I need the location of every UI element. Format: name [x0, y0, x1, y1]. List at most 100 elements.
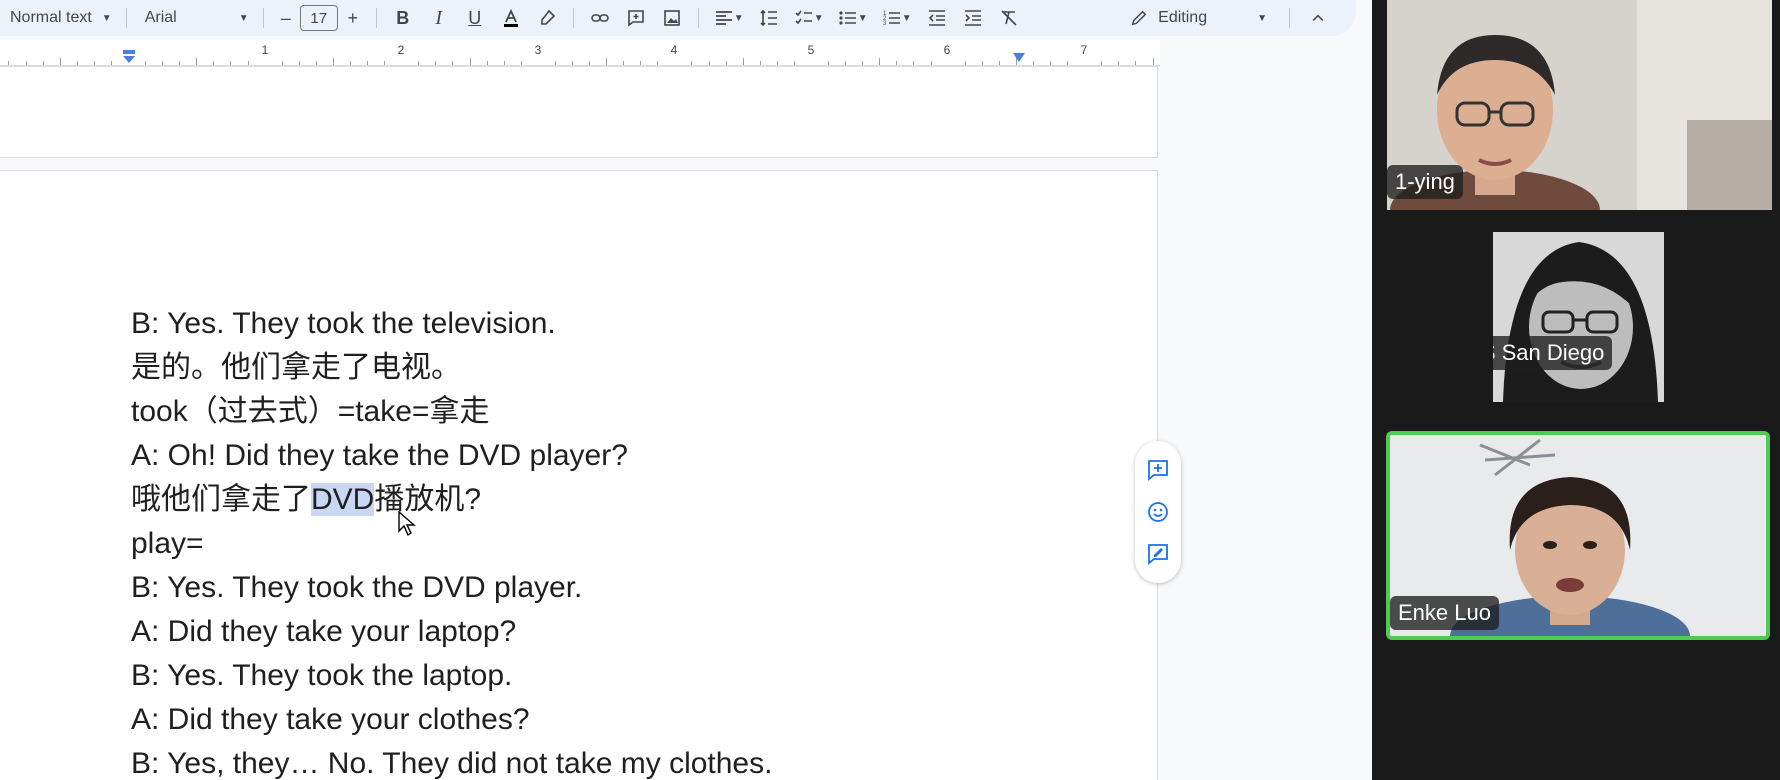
ruler-number: 1 [261, 43, 269, 57]
ruler-tick [247, 61, 249, 65]
link-icon [590, 14, 609, 22]
highlighter-icon [540, 9, 555, 25]
increase-font-size-button[interactable]: + [338, 4, 368, 32]
ruler-tick [418, 61, 420, 65]
paragraph-style-select[interactable]: Normal text ▼ [0, 4, 118, 32]
ruler-tick [520, 61, 522, 65]
numbered-list-icon: 123 [883, 11, 900, 27]
participant-video-tile[interactable]: AYLUS San Diego [1493, 232, 1664, 402]
hide-menus-button[interactable] [1298, 10, 1338, 26]
document-line[interactable]: B: Yes, they… No. They did not take my c… [131, 742, 772, 780]
clear-formatting-icon [1001, 10, 1017, 26]
ruler-tick [742, 58, 744, 65]
ruler-tick [964, 61, 966, 65]
chevron-down-icon: ▼ [238, 12, 249, 24]
numbered-list-button[interactable]: 123 ▼ [875, 4, 919, 32]
document-line[interactable]: play= [131, 522, 772, 566]
ruler-number: 4 [670, 43, 678, 57]
ruler-tick [281, 61, 283, 65]
ruler-tick [776, 61, 778, 65]
insert-image-button[interactable] [654, 4, 690, 32]
toolbar-divider [697, 8, 699, 28]
ruler-tick [332, 58, 334, 65]
document-line[interactable]: B: Yes. They took the laptop. [131, 654, 772, 698]
ruler-tick [930, 61, 932, 65]
decrease-indent-button[interactable] [919, 4, 955, 32]
increase-indent-button[interactable] [955, 4, 991, 32]
ruler-number: 6 [943, 43, 951, 57]
align-button[interactable]: ▼ [707, 4, 751, 32]
underline-button[interactable]: U [457, 4, 493, 32]
ruler-tick [623, 61, 625, 65]
ruler-tick [349, 61, 351, 65]
bold-button[interactable]: B [385, 4, 421, 32]
document-line[interactable]: B: Yes. They took the television. [131, 302, 772, 346]
ruler-tick [981, 61, 983, 65]
text-run: 哦他们拿走了 [131, 483, 311, 516]
horizontal-ruler[interactable]: 1 2 3 4 5 6 7 [0, 40, 1160, 66]
ruler-tick [384, 61, 386, 65]
ruler-tick [1135, 61, 1137, 65]
document-line[interactable]: B: Yes. They took the DVD player. [131, 566, 772, 610]
left-indent-marker-icon[interactable] [122, 50, 136, 64]
document-line[interactable]: A: Did they take your clothes? [131, 698, 772, 742]
ruler-tick [691, 61, 693, 65]
document-line[interactable]: took（过去式）=take=拿走 [131, 390, 772, 434]
document-page [0, 66, 1158, 158]
toolbar-divider [1289, 8, 1290, 28]
active-speaker-video-tile[interactable]: Enke Luo [1386, 431, 1770, 640]
decrease-font-size-button[interactable]: – [272, 4, 300, 32]
editing-mode-select[interactable]: Editing ▼ [1116, 9, 1281, 27]
document-line[interactable]: A: Oh! Did they take the DVD player? [131, 434, 772, 478]
ruler-tick [298, 61, 300, 65]
add-comment-icon [627, 10, 644, 27]
ruler-tick [1101, 61, 1103, 65]
bulleted-list-button[interactable]: ▼ [831, 4, 875, 32]
video-gallery: 1-ying AYLUS San Diego [1372, 0, 1780, 780]
checklist-button[interactable]: ▼ [787, 4, 831, 32]
document-line[interactable]: A: Did they take your laptop? [131, 610, 772, 654]
add-comment-button[interactable] [1143, 455, 1173, 485]
document-body[interactable]: B: Yes. They took the television. 是的。他们拿… [131, 302, 772, 780]
font-size-input[interactable]: 17 [299, 5, 338, 31]
ruler-tick [725, 61, 727, 65]
bulleted-list-icon [839, 11, 856, 25]
ruler-tick [828, 61, 830, 65]
align-left-icon [715, 11, 732, 25]
ruler-tick [367, 61, 369, 65]
ruler-tick [469, 58, 471, 65]
ruler-tick [640, 61, 642, 65]
ruler-tick [110, 61, 112, 65]
ruler-tick [657, 61, 659, 65]
mouse-pointer-icon [398, 511, 416, 537]
ruler-tick [708, 61, 710, 65]
ruler-tick [230, 61, 232, 65]
document-line[interactable]: 是的。他们拿走了电视。 [131, 346, 772, 390]
font-family-select[interactable]: Arial ▼ [135, 4, 255, 32]
document-line[interactable]: 哦他们拿走了DVD播放机? [131, 478, 772, 522]
ruler-tick [1118, 61, 1120, 65]
participant-video-tile[interactable]: 1-ying [1387, 0, 1772, 210]
insert-link-button[interactable] [582, 4, 618, 32]
clear-formatting-button[interactable] [991, 4, 1027, 32]
ruler-tick [76, 61, 78, 65]
chevron-down-icon: ▼ [733, 12, 744, 24]
ruler-tick [913, 61, 915, 65]
ruler-tick [162, 61, 164, 65]
chevron-down-icon: ▼ [857, 12, 868, 24]
add-comment-button[interactable] [618, 4, 654, 32]
ruler-tick [571, 61, 573, 65]
line-spacing-button[interactable] [751, 4, 787, 32]
suggest-edits-button[interactable] [1143, 539, 1173, 569]
text-color-button[interactable] [493, 4, 529, 32]
italic-button[interactable]: I [421, 4, 457, 32]
add-emoji-reaction-button[interactable] [1143, 497, 1173, 527]
highlight-color-button[interactable] [529, 4, 565, 32]
decrease-indent-icon [928, 10, 945, 26]
svg-text:3: 3 [883, 21, 887, 27]
right-indent-marker-icon[interactable] [1012, 52, 1026, 64]
selected-text[interactable]: DVD [311, 483, 375, 516]
chevron-up-icon [1312, 14, 1324, 21]
ruler-tick [759, 61, 761, 65]
participant-name-tag: 1-ying [1387, 165, 1463, 199]
